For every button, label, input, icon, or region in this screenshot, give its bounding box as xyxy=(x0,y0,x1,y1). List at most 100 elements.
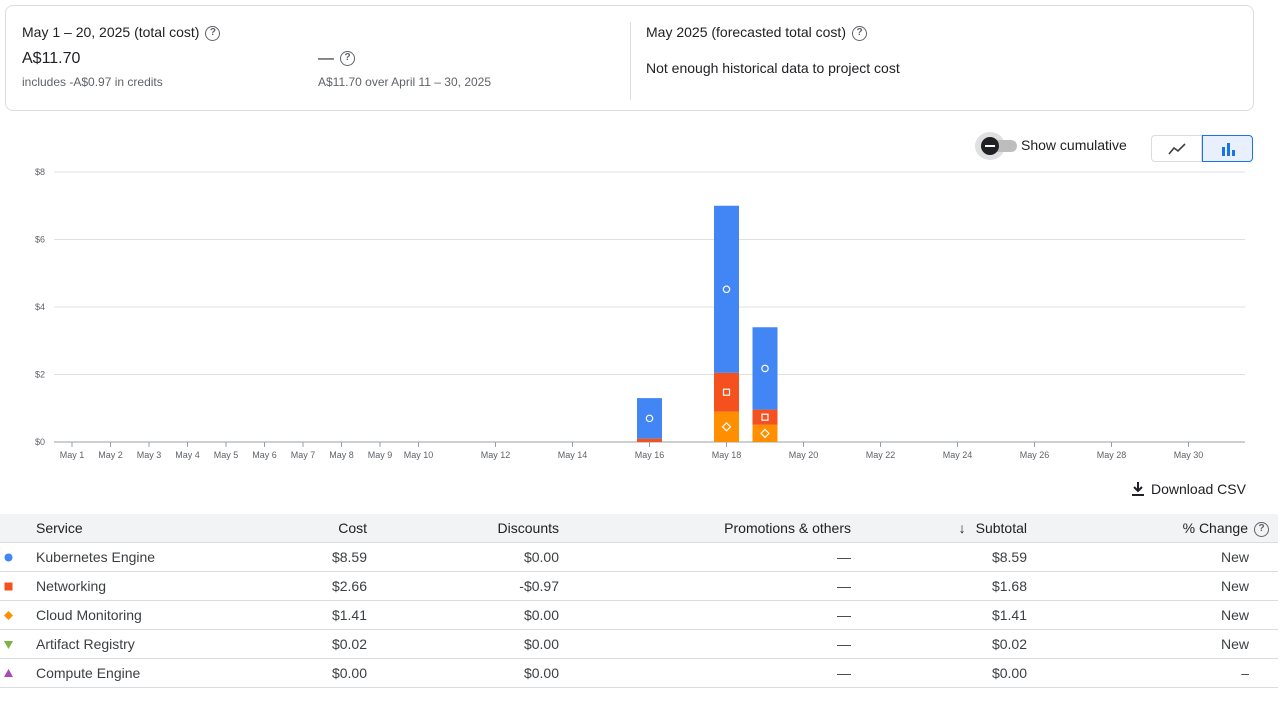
x-tick-label: May 2 xyxy=(98,450,123,460)
toggle-knob[interactable] xyxy=(981,137,999,155)
total-cost-header: May 1 – 20, 2025 (total cost)? xyxy=(22,24,221,41)
x-tick-label: May 18 xyxy=(712,450,742,460)
cell-service: Kubernetes Engine xyxy=(36,549,156,565)
x-tick-label: May 6 xyxy=(252,450,277,460)
line-chart-button[interactable] xyxy=(1151,135,1202,162)
cell-cost: $1.41 xyxy=(331,607,367,623)
x-tick-label: May 9 xyxy=(368,450,393,460)
help-icon[interactable]: ? xyxy=(1254,521,1269,537)
total-cost-label: May 1 – 20, 2025 (total cost) xyxy=(22,24,200,40)
y-tick-label: $4 xyxy=(35,302,45,312)
cell-service: Artifact Registry xyxy=(36,636,135,652)
square-legend-marker-icon xyxy=(4,582,13,591)
col-header-service[interactable]: Service xyxy=(36,514,83,543)
cell-service: Networking xyxy=(36,578,107,594)
x-tick-label: May 30 xyxy=(1174,450,1204,460)
cell-subtotal: $1.68 xyxy=(991,578,1027,594)
cell-change: New xyxy=(1220,607,1249,623)
x-tick-label: May 5 xyxy=(214,450,239,460)
circle-legend-marker-icon xyxy=(4,553,13,562)
bar-segment xyxy=(752,424,778,442)
cell-cost: $0.00 xyxy=(331,665,367,681)
cell-cost: $0.02 xyxy=(331,636,367,652)
comparison-header: —? xyxy=(318,50,355,68)
x-tick-label: May 24 xyxy=(943,450,973,460)
x-tick-label: May 1 xyxy=(60,450,85,460)
col-header-discounts[interactable]: Discounts xyxy=(498,514,559,543)
table-row[interactable]: Compute Engine $0.00 $0.00 — $0.00 – xyxy=(0,659,1278,688)
cost-summary-card: May 1 – 20, 2025 (total cost)? A$11.70 i… xyxy=(5,5,1254,111)
table-row[interactable]: Cloud Monitoring $1.41 $0.00 — $1.41 New xyxy=(0,601,1278,630)
y-tick-label: $2 xyxy=(35,370,45,380)
bar-segment xyxy=(714,372,739,412)
forecast-header: May 2025 (forecasted total cost)? xyxy=(646,24,867,41)
bar-chart-icon xyxy=(1221,142,1235,156)
forecast-note: Not enough historical data to project co… xyxy=(646,60,900,76)
col-header-cost[interactable]: Cost xyxy=(338,514,367,543)
summary-divider xyxy=(630,22,631,100)
y-tick-label: $0 xyxy=(35,437,45,447)
cell-subtotal: $1.41 xyxy=(991,607,1027,623)
cell-change: New xyxy=(1220,549,1249,565)
comparison-value: — xyxy=(318,50,334,67)
col-header-change[interactable]: % Change? xyxy=(1183,514,1269,543)
cell-service: Cloud Monitoring xyxy=(36,607,142,623)
triangle-up-legend-marker-icon xyxy=(4,669,13,677)
help-icon[interactable]: ? xyxy=(340,51,355,67)
cell-discounts: $0.00 xyxy=(523,665,559,681)
download-csv-button[interactable]: Download CSV xyxy=(1131,478,1246,500)
diamond-legend-marker-icon xyxy=(4,611,13,620)
x-tick-label: May 8 xyxy=(329,450,354,460)
help-icon[interactable]: ? xyxy=(852,25,867,41)
x-tick-label: May 16 xyxy=(635,450,665,460)
bar-chart-button[interactable] xyxy=(1202,135,1253,162)
x-tick-label: May 14 xyxy=(558,450,588,460)
table-header: Service Cost Discounts Promotions & othe… xyxy=(0,514,1278,543)
cell-change: New xyxy=(1220,636,1249,652)
help-icon[interactable]: ? xyxy=(205,25,221,41)
x-tick-label: May 12 xyxy=(481,450,511,460)
download-icon xyxy=(1132,482,1144,496)
x-tick-label: May 20 xyxy=(789,450,819,460)
cell-promotions: — xyxy=(837,578,851,594)
services-table: Service Cost Discounts Promotions & othe… xyxy=(0,514,1278,688)
table-row[interactable]: Artifact Registry $0.02 $0.00 — $0.02 New xyxy=(0,630,1278,659)
table-row[interactable]: Kubernetes Engine $8.59 $0.00 — $8.59 New xyxy=(0,543,1278,572)
bar-segment xyxy=(637,398,662,439)
col-header-subtotal-label: Subtotal xyxy=(975,520,1027,536)
x-tick-label: May 26 xyxy=(1020,450,1050,460)
sort-descending-icon: ↓ xyxy=(958,520,966,536)
credits-note: includes -A$0.97 in credits xyxy=(22,75,163,89)
cost-bar-chart: $8 $6 $4 $2 $0 May 1 May 2 May 3 May 4 May 5 May 6… xyxy=(35,167,1245,460)
cell-promotions: — xyxy=(837,636,851,652)
x-tick-label: May 7 xyxy=(291,450,316,460)
cell-promotions: — xyxy=(837,607,851,623)
x-tick-label: May 22 xyxy=(866,450,896,460)
col-header-change-label: % Change xyxy=(1182,520,1248,536)
x-tick-label: May 4 xyxy=(175,450,200,460)
table-body: Kubernetes Engine $8.59 $0.00— $8.59 New Netw… xyxy=(0,543,1278,688)
col-header-promotions[interactable]: Promotions & others xyxy=(724,514,851,543)
show-cumulative-label: Show cumulative xyxy=(1021,137,1127,153)
bar-segment xyxy=(714,205,739,373)
bar-segment xyxy=(714,411,739,442)
cell-discounts: -$0.97 xyxy=(519,578,559,594)
table-row[interactable]: Networking $2.66 -$0.97 — $1.68 New xyxy=(0,572,1278,601)
y-tick-label: $8 xyxy=(35,167,45,177)
bar-segment xyxy=(752,327,778,410)
cell-subtotal: $0.00 xyxy=(991,665,1027,681)
col-header-subtotal[interactable]: ↓ Subtotal xyxy=(959,514,1027,543)
bar-segment xyxy=(752,409,778,425)
x-tick-label: May 28 xyxy=(1097,450,1127,460)
forecast-label: May 2025 (forecasted total cost) xyxy=(646,24,846,40)
x-tick-label: May 10 xyxy=(404,450,434,460)
total-cost-value: A$11.70 xyxy=(22,50,81,67)
bar-segment xyxy=(637,438,662,442)
cell-discounts: $0.00 xyxy=(523,607,559,623)
cell-subtotal: $0.02 xyxy=(991,636,1027,652)
cell-discounts: $0.00 xyxy=(523,636,559,652)
cell-cost: $8.59 xyxy=(331,549,367,565)
comparison-note: A$11.70 over April 11 – 30, 2025 xyxy=(318,75,492,89)
cell-promotions: — xyxy=(837,549,851,565)
cell-promotions: — xyxy=(837,665,851,681)
